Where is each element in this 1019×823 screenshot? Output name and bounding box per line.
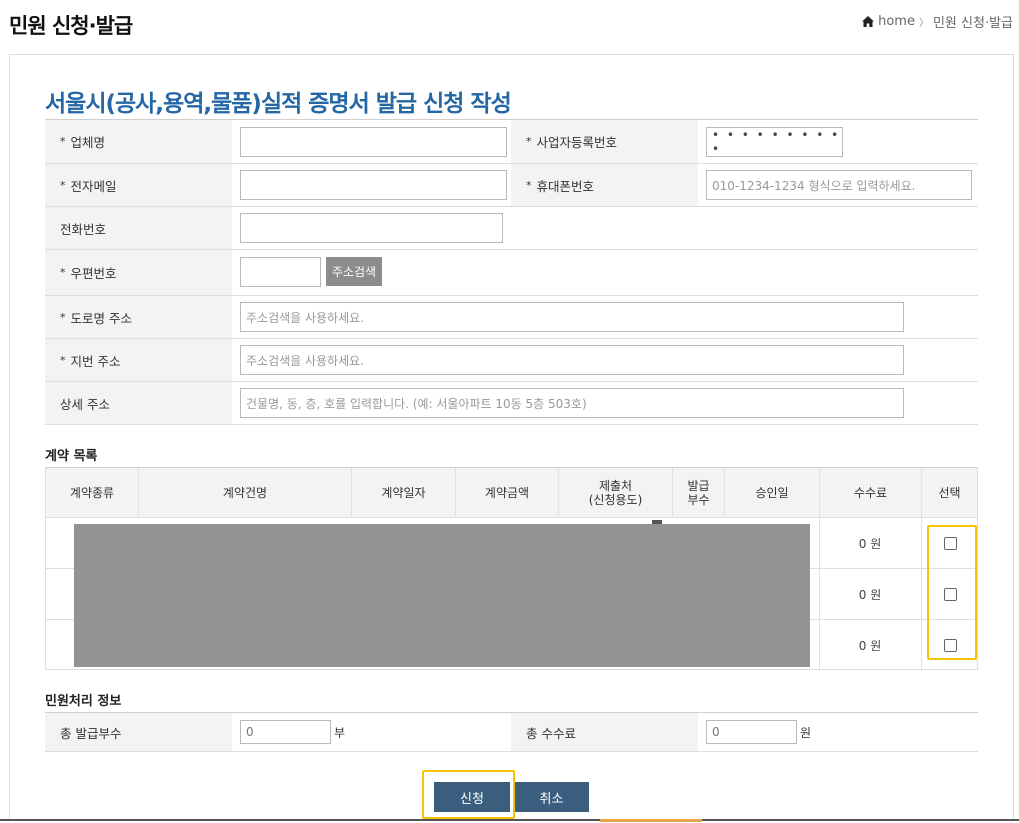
column-header: 계약일자 [352, 468, 456, 518]
company-label: * 업체명 [45, 120, 232, 163]
redacted-area [74, 524, 810, 667]
total-copies-label: 총 발급부수 [45, 713, 232, 751]
postcode-label-text: 우편번호 [70, 266, 117, 281]
fee-cell: 0 원 [858, 587, 882, 602]
mobile-label: * 휴대폰번호 [511, 164, 698, 206]
footer-divider [0, 819, 1019, 823]
required-mark: * [60, 310, 66, 324]
required-mark: * [60, 353, 66, 367]
biz-no-label: * 사업자등록번호 [511, 120, 698, 163]
email-label: * 전자메일 [45, 164, 232, 206]
page-header: 민원 신청·발급 home 〉 민원 신청·발급 [0, 0, 1019, 50]
submit-highlight [422, 770, 515, 819]
contracts-section-title: 계약 목록 [45, 449, 98, 464]
breadcrumb-home[interactable]: home [878, 14, 915, 29]
postcode-label: * 우편번호 [45, 250, 232, 295]
detail-address-label: 상세 주소 [45, 382, 232, 424]
form-row-detail-address: 상세 주소 건물명, 동, 층, 호를 입력합니다. (예: 서울아파트 10동… [45, 382, 978, 425]
required-mark: * [60, 178, 66, 192]
required-mark: * [60, 266, 66, 279]
form-row-road-address: * 도로명 주소 주소검색을 사용하세요. [45, 296, 978, 339]
road-address-input[interactable]: 주소검색을 사용하세요. [240, 302, 904, 332]
company-label-text: 업체명 [70, 135, 106, 150]
column-header: 제출처 (신청용도) [559, 468, 673, 518]
column-header: 계약종류 [46, 468, 139, 518]
road-address-label-text: 도로명 주소 [70, 310, 132, 326]
contracts-table: 계약종류 계약건명 계약일자 계약금액 제출처 (신청용도) 발급 부수 승인일… [45, 467, 978, 671]
detail-address-input[interactable]: 건물명, 동, 층, 호를 입력합니다. (예: 서울아파트 10동 5층 50… [240, 388, 904, 418]
total-fee-label: 총 수수료 [511, 713, 698, 751]
form-row-postcode: * 우편번호 주소검색 [45, 250, 978, 296]
road-address-label: * 도로명 주소 [45, 296, 232, 338]
cancel-button[interactable]: 취소 [514, 782, 589, 812]
mobile-input[interactable]: 010-1234-1234 형식으로 입력하세요. [706, 170, 972, 200]
checkbox-highlight [927, 525, 977, 660]
jibun-address-label-text: 지번 주소 [70, 353, 121, 369]
required-mark: * [526, 178, 532, 192]
page-title: 민원 신청·발급 [9, 14, 133, 38]
jibun-address-label: * 지번 주소 [45, 339, 232, 381]
breadcrumb: home 〉 민원 신청·발급 [862, 12, 1013, 31]
fee-cell: 0 원 [858, 638, 882, 653]
total-copies-input[interactable]: 0 [240, 720, 331, 744]
form-title: 서울시(공사,용역,물품)실적 증명서 발급 신청 작성 [45, 91, 512, 117]
home-icon[interactable] [862, 16, 875, 27]
jibun-address-input[interactable]: 주소검색을 사용하세요. [240, 345, 904, 375]
phone-label-text: 전화번호 [60, 221, 107, 237]
postcode-input[interactable] [240, 257, 321, 287]
address-search-button[interactable]: 주소검색 [326, 257, 382, 286]
company-name-input[interactable] [240, 127, 507, 157]
email-label-text: 전자메일 [70, 178, 117, 194]
form-row-email: * 전자메일 * 휴대폰번호 010-1234-1234 형식으로 입력하세요. [45, 164, 978, 207]
column-header: 계약금액 [456, 468, 559, 518]
required-mark: * [526, 135, 532, 148]
column-header: 발급 부수 [673, 468, 725, 518]
column-header: 선택 [938, 486, 961, 500]
phone-input[interactable] [240, 213, 503, 243]
form-row-company: * 업체명 * 사업자등록번호 • • • • • • • • • • [45, 120, 978, 164]
fee-cell: 0 원 [858, 536, 882, 551]
total-copies-unit: 부 [334, 726, 346, 740]
column-header: 수수료 [820, 468, 922, 518]
biz-no-label-text: 사업자등록번호 [536, 135, 618, 150]
processing-table: 총 발급부수 0 부 총 수수료 0 원 [45, 712, 978, 752]
column-header: 계약건명 [139, 468, 352, 518]
total-fee-unit: 원 [800, 726, 812, 740]
column-header: 승인일 [725, 468, 820, 518]
required-mark: * [60, 135, 66, 148]
biz-no-input[interactable]: • • • • • • • • • • [706, 127, 843, 157]
form-row-phone: 전화번호 [45, 207, 978, 250]
breadcrumb-current: 민원 신청·발급 [932, 16, 1013, 31]
breadcrumb-separator: 〉 [918, 18, 929, 29]
detail-address-label-text: 상세 주소 [60, 396, 110, 412]
contracts-table-header: 계약종류 계약건명 계약일자 계약금액 제출처 (신청용도) 발급 부수 승인일… [46, 468, 977, 518]
form-row-jibun-address: * 지번 주소 주소검색을 사용하세요. [45, 339, 978, 382]
processing-section-title: 민원처리 정보 [45, 694, 122, 709]
email-input[interactable] [240, 170, 507, 200]
footer-accent [600, 819, 702, 822]
phone-label: 전화번호 [45, 207, 232, 249]
mobile-label-text: 휴대폰번호 [536, 178, 595, 194]
total-fee-input[interactable]: 0 [706, 720, 797, 744]
applicant-form: * 업체명 * 사업자등록번호 • • • • • • • • • • * 전자메일 … [45, 119, 978, 425]
